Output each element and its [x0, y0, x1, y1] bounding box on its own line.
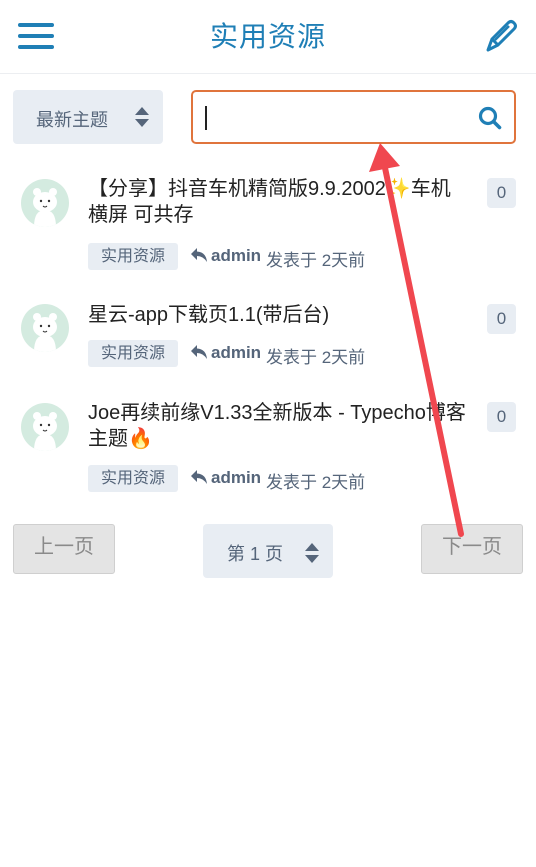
post-title[interactable]: 【分享】抖音车机精简版9.9.2002✨车机横屏 可共存 [88, 176, 468, 228]
post-time: 发表于 2天前 [266, 473, 366, 492]
top-bar: 实用资源 [0, 0, 536, 74]
page-select-label: 第 1 页 [227, 544, 284, 564]
category-tag[interactable]: 实用资源 [88, 465, 178, 492]
category-tag[interactable]: 实用资源 [88, 340, 178, 367]
sort-select-label: 最新主题 [36, 110, 108, 130]
reply-icon [190, 247, 208, 263]
page-title: 实用资源 [209, 21, 326, 52]
select-arrows-icon [305, 542, 319, 564]
avatar[interactable] [21, 179, 69, 227]
avatar[interactable] [21, 304, 69, 352]
pencil-icon[interactable] [480, 16, 520, 56]
sparkles-icon: ✨ [385, 178, 411, 200]
post-time: 发表于 2天前 [266, 251, 366, 270]
author-link[interactable]: admin [211, 343, 261, 363]
search-field[interactable] [191, 90, 516, 144]
text-cursor [205, 106, 207, 130]
reply-icon [190, 469, 208, 485]
next-page-button[interactable]: 下一页 [421, 524, 523, 574]
post-title[interactable]: 星云-app下载页1.1(带后台) [88, 302, 468, 328]
post-title[interactable]: Joe再续前缘V1.33全新版本 - Typecho博客主题🔥 [88, 400, 468, 452]
post-title-text: 【分享】抖音车机精简版9.9.2002 [88, 178, 386, 200]
comment-count-badge[interactable]: 0 [487, 402, 516, 432]
reply-icon [190, 344, 208, 360]
select-arrows-icon [135, 106, 149, 128]
author-link[interactable]: admin [211, 468, 261, 488]
search-input[interactable] [211, 100, 471, 136]
prev-page-button[interactable]: 上一页 [13, 524, 115, 574]
comment-count-badge[interactable]: 0 [487, 304, 516, 334]
post-time: 发表于 2天前 [266, 348, 366, 367]
avatar[interactable] [21, 403, 69, 451]
category-tag[interactable]: 实用资源 [88, 243, 178, 270]
search-icon[interactable] [477, 105, 503, 131]
sort-select[interactable]: 最新主题 [13, 90, 163, 144]
comment-count-badge[interactable]: 0 [487, 178, 516, 208]
author-link[interactable]: admin [211, 246, 261, 266]
page-select[interactable]: 第 1 页 [203, 524, 333, 578]
fire-icon: 🔥 [128, 428, 153, 450]
